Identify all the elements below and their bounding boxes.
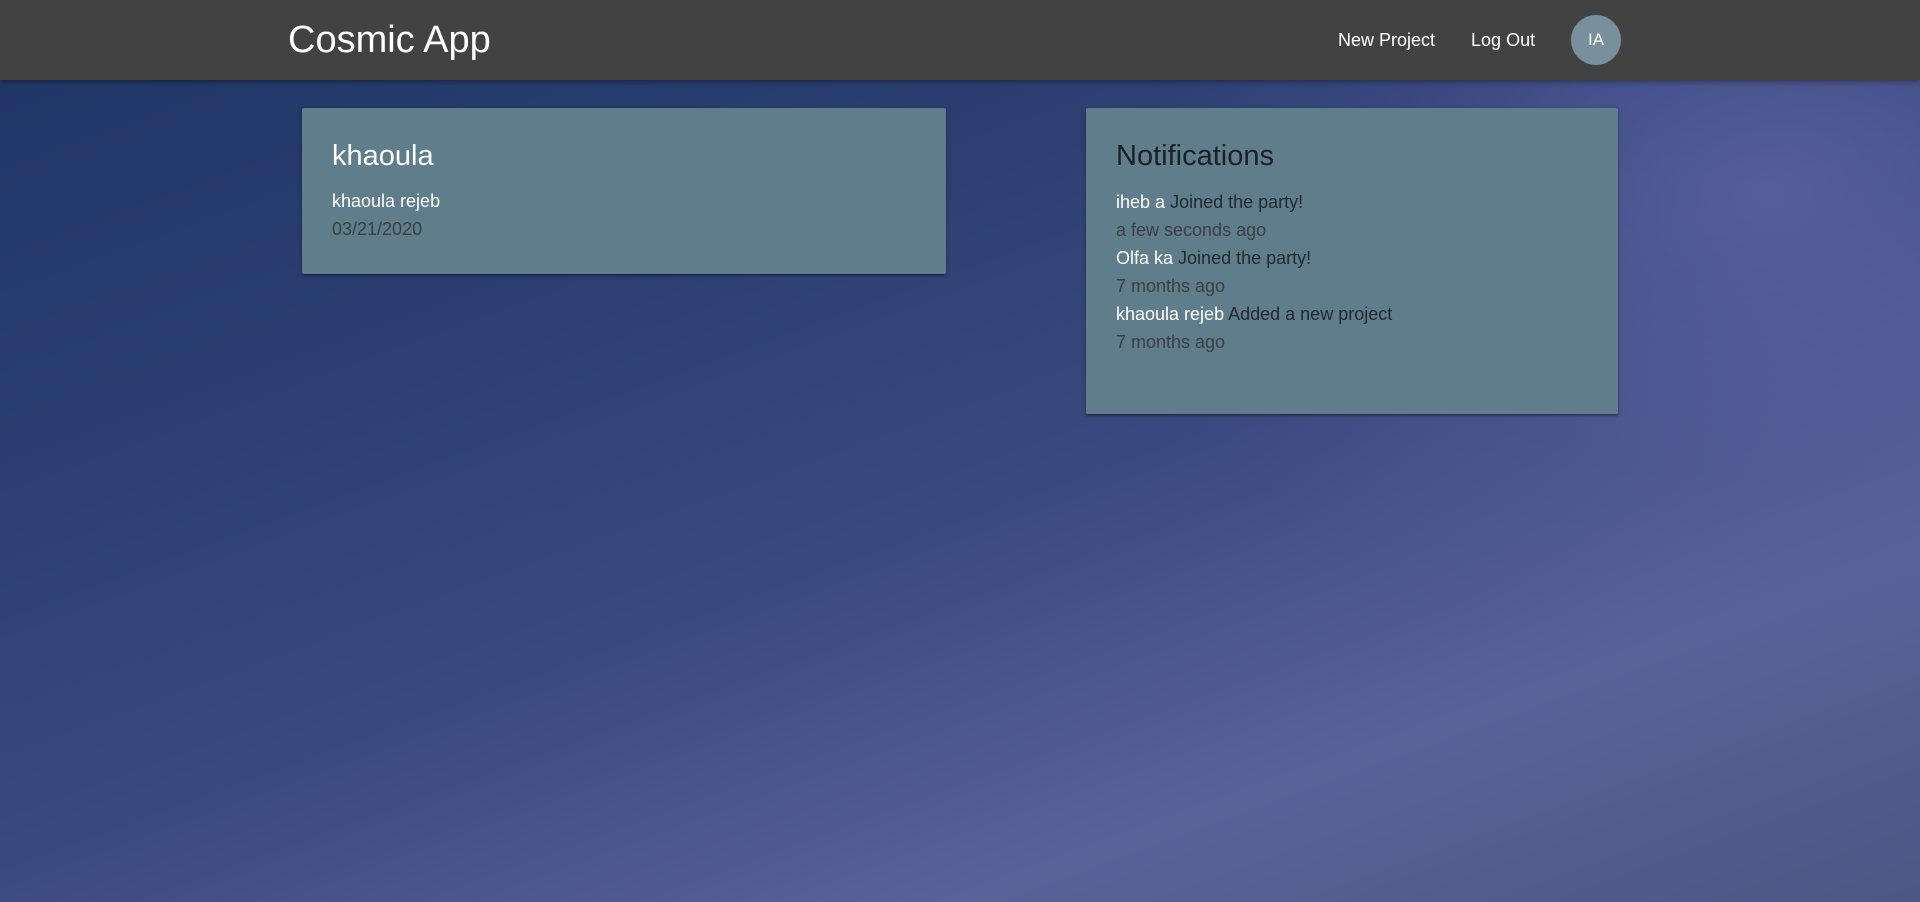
notification-time: 7 months ago bbox=[1116, 332, 1226, 352]
notification-time: a few seconds ago bbox=[1116, 220, 1267, 240]
notifications-card: Notifications iheb a Joined the party! a… bbox=[1086, 108, 1618, 414]
new-project-link[interactable]: New Project bbox=[1320, 0, 1453, 80]
profile-card: khaoula khaoula rejeb 03/21/2020 bbox=[302, 108, 946, 274]
notification-time: 7 months ago bbox=[1116, 276, 1226, 296]
notification-action: Joined the party! bbox=[1178, 248, 1312, 268]
nav-links: New Project Log Out IA bbox=[1320, 0, 1622, 80]
notification-user[interactable]: khaoula rejeb bbox=[1116, 304, 1224, 324]
navbar: Cosmic App New Project Log Out IA bbox=[0, 0, 1920, 80]
notification-action: Added a new project bbox=[1228, 304, 1393, 324]
log-out-link[interactable]: Log Out bbox=[1453, 0, 1553, 80]
notification-user[interactable]: Olfa ka bbox=[1116, 248, 1173, 268]
notification-item: khaoula rejeb Added a new project 7 mont… bbox=[1116, 300, 1588, 356]
profile-date: 03/21/2020 bbox=[332, 219, 423, 239]
profile-full-name: khaoula rejeb bbox=[332, 191, 441, 211]
notification-item: Olfa ka Joined the party! 7 months ago bbox=[1116, 244, 1588, 300]
notifications-title: Notifications bbox=[1116, 140, 1274, 172]
brand-logo[interactable]: Cosmic App bbox=[288, 18, 491, 62]
user-avatar[interactable]: IA bbox=[1571, 15, 1622, 65]
notification-action: Joined the party! bbox=[1170, 192, 1304, 212]
notifications-list: iheb a Joined the party! a few seconds a… bbox=[1116, 188, 1588, 356]
notification-user[interactable]: iheb a bbox=[1116, 192, 1165, 212]
notification-item: iheb a Joined the party! a few seconds a… bbox=[1116, 188, 1588, 244]
profile-username: khaoula bbox=[332, 140, 434, 172]
